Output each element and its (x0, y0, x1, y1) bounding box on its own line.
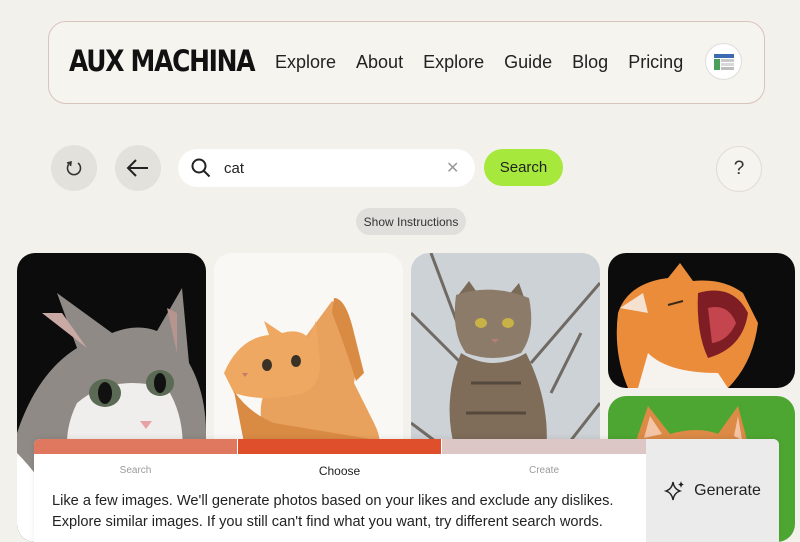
search-button[interactable]: Search (484, 149, 563, 186)
instructions-line-1: Like a few images. We'll generate photos… (52, 493, 614, 509)
nav-item-explore-2[interactable]: Explore (423, 52, 484, 73)
step-bar-search (34, 439, 237, 454)
step-bar-choose (238, 439, 441, 454)
close-icon[interactable]: ✕ (446, 158, 459, 178)
step-label-search[interactable]: Search (34, 465, 237, 476)
nav-item-pricing[interactable]: Pricing (628, 52, 683, 73)
nav-item-blog[interactable]: Blog (572, 52, 608, 73)
search-input[interactable] (224, 157, 434, 179)
nav-item-explore[interactable]: Explore (275, 52, 336, 73)
generate-label: Generate (694, 481, 761, 499)
avatar-image (713, 53, 734, 70)
arrow-left-icon (126, 159, 148, 177)
step-bar-create (442, 439, 646, 454)
reset-button[interactable] (51, 145, 97, 191)
nav-item-about[interactable]: About (356, 52, 403, 73)
workflow-steps: Search Choose Create (34, 439, 646, 479)
site-header: AUX MACHINA Explore About Explore Guide … (48, 21, 765, 104)
generate-button[interactable]: Generate (646, 439, 779, 542)
image-card-4[interactable] (608, 253, 795, 388)
main-nav: Explore About Explore Guide Blog Pricing (275, 52, 703, 73)
instructions-text: Like a few images. We'll generate photos… (52, 491, 642, 533)
nav-item-guide[interactable]: Guide (504, 52, 552, 73)
sparkle-icon (664, 480, 685, 500)
show-instructions-button[interactable]: Show Instructions (356, 208, 466, 235)
cat-photo-orange-yawning (608, 253, 795, 388)
step-label-create[interactable]: Create (442, 465, 646, 476)
brand-logo[interactable]: AUX MACHINA (69, 44, 256, 78)
help-button[interactable]: ? (716, 146, 762, 192)
reset-icon (66, 160, 82, 176)
instructions-line-2: Explore similar images. If you still can… (52, 514, 603, 530)
step-label-choose[interactable]: Choose (238, 464, 441, 478)
user-avatar[interactable] (705, 43, 742, 80)
search-icon (191, 158, 211, 178)
search-bar: ✕ (178, 149, 475, 187)
back-button[interactable] (115, 145, 161, 191)
workflow-panel: Search Choose Create Like a few images. … (34, 439, 779, 542)
